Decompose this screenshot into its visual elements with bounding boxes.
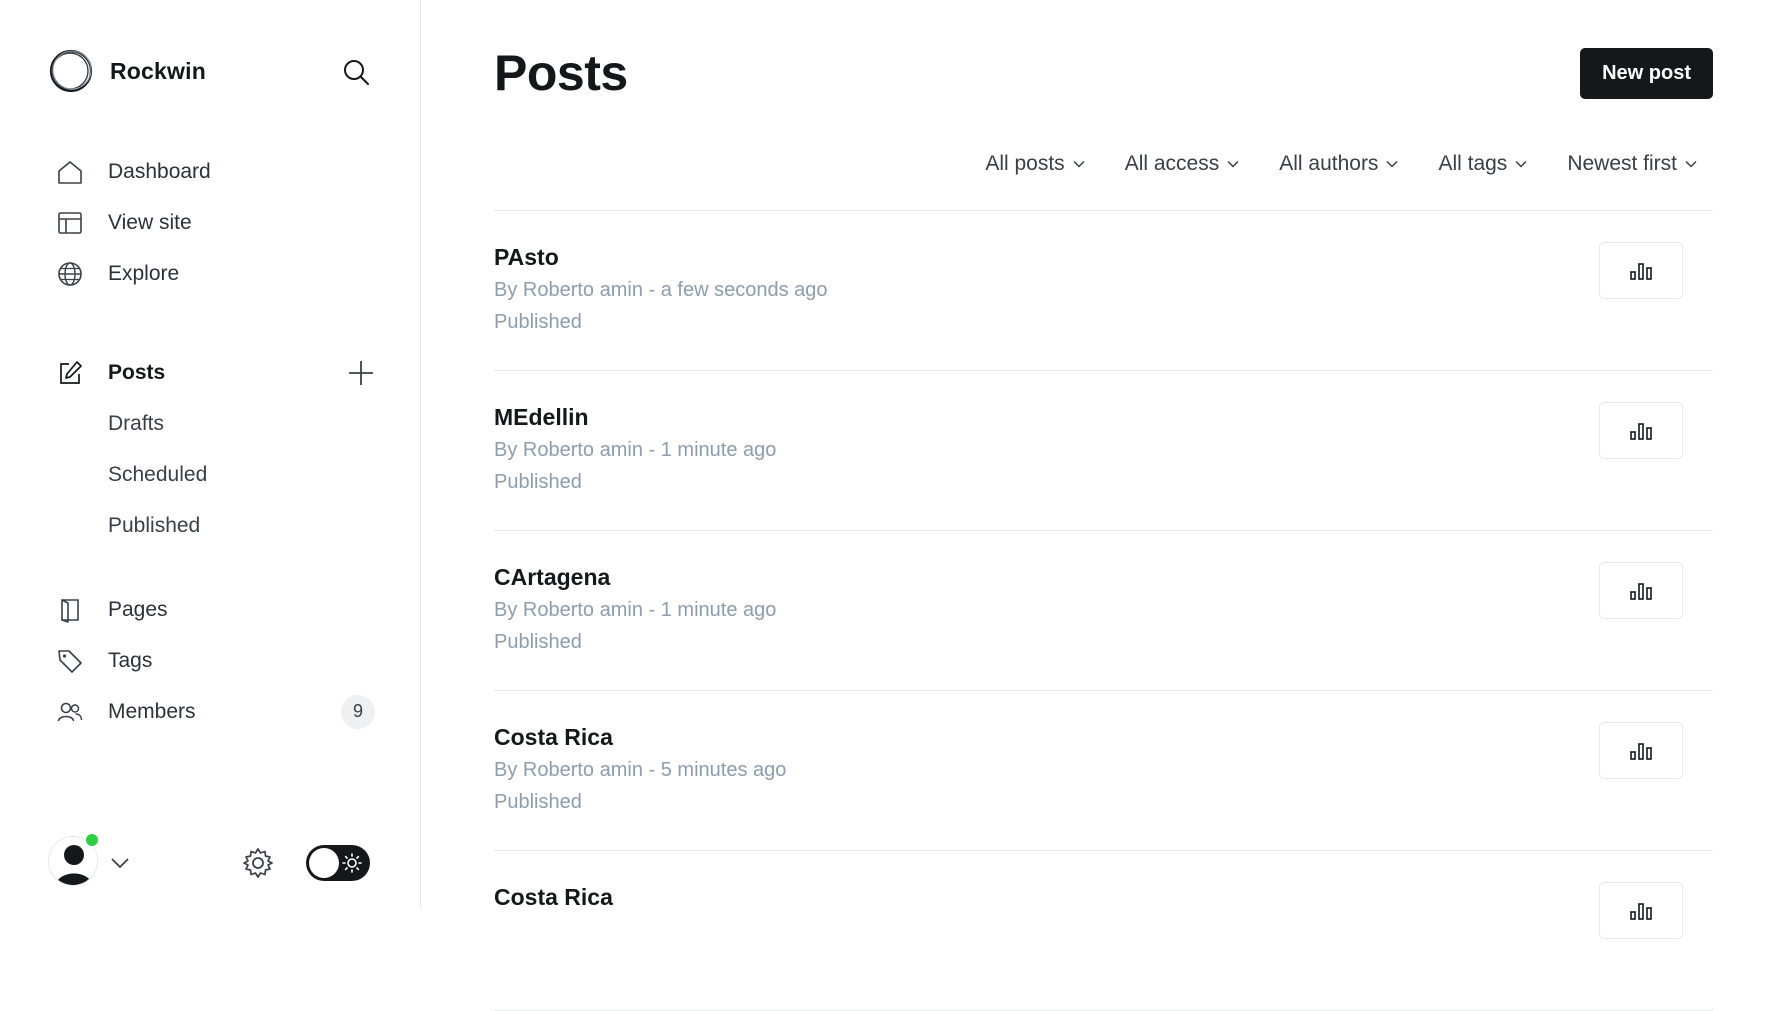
plus-icon (349, 361, 373, 385)
chevron-down-icon (1227, 160, 1239, 168)
bar-chart-icon (1630, 742, 1652, 760)
main-nav: Dashboard View site Explore (56, 146, 375, 299)
list-item[interactable]: CArtagena By Roberto amin - 1 minute ago… (494, 531, 1713, 691)
sidebar-item-explore[interactable]: Explore (56, 248, 375, 299)
list-item[interactable]: Costa Rica (494, 851, 1713, 1011)
toggle-knob (309, 848, 339, 878)
bar-chart-icon (1630, 902, 1652, 920)
sidebar-item-label: Dashboard (108, 159, 211, 183)
post-title: CArtagena (494, 564, 611, 590)
post-title: Costa Rica (494, 724, 613, 750)
filter-label: All access (1124, 152, 1220, 175)
layout-icon (56, 209, 84, 237)
sidebar-footer (48, 832, 374, 890)
search-button[interactable] (340, 56, 372, 88)
post-meta: By Roberto amin - 5 minutes ago (494, 759, 787, 781)
sidebar-item-scheduled[interactable]: Scheduled (56, 449, 375, 500)
filter-label: Newest first (1567, 152, 1677, 175)
sidebar-item-label: Members (108, 699, 196, 723)
chevron-down-icon (1515, 160, 1527, 168)
chevron-down-icon (1073, 160, 1085, 168)
post-analytics-button[interactable] (1599, 722, 1683, 779)
filter-label: All tags (1438, 152, 1508, 175)
post-meta: By Roberto amin - a few seconds ago (494, 279, 828, 301)
globe-icon (56, 260, 84, 288)
filter-access-dropdown[interactable]: All access (1125, 152, 1240, 176)
sidebar-item-posts[interactable]: Posts (56, 347, 375, 398)
filter-authors-dropdown[interactable]: All authors (1279, 152, 1398, 176)
post-analytics-button[interactable] (1599, 402, 1683, 459)
post-meta: By Roberto amin - 1 minute ago (494, 599, 777, 621)
tag-icon (56, 647, 84, 675)
settings-button[interactable] (240, 845, 276, 881)
sidebar: Rockwin Dashboard View site Explore Post… (0, 0, 421, 908)
sidebar-item-tags[interactable]: Tags (56, 635, 375, 686)
list-item[interactable]: Costa Rica By Roberto amin - 5 minutes a… (494, 691, 1713, 851)
post-analytics-button[interactable] (1599, 562, 1683, 619)
online-status-dot (84, 832, 100, 848)
post-title: Costa Rica (494, 884, 613, 910)
posts-nav: Posts Drafts Scheduled Published (56, 347, 375, 551)
members-icon (56, 698, 84, 726)
chevron-down-icon (1685, 160, 1697, 168)
edit-icon (56, 359, 84, 387)
brand[interactable]: Rockwin (48, 48, 206, 94)
site-name: Rockwin (110, 57, 206, 84)
chevron-down-icon[interactable] (110, 856, 130, 870)
post-status: Published (494, 631, 582, 653)
filter-label: All authors (1279, 152, 1379, 175)
ghost-logo-ring-icon (49, 49, 93, 93)
post-meta: By Roberto amin - 1 minute ago (494, 439, 777, 461)
content-nav: Pages Tags Members 9 (56, 584, 375, 737)
page-title: Posts (494, 45, 628, 101)
list-item[interactable]: PAsto By Roberto amin - a few seconds ag… (494, 211, 1713, 371)
post-status: Published (494, 791, 582, 813)
sidebar-item-drafts[interactable]: Drafts (56, 398, 375, 449)
sort-order-dropdown[interactable]: Newest first (1567, 152, 1697, 176)
sidebar-item-label: Tags (108, 648, 153, 672)
main-content: Posts New post All posts All access All … (494, 0, 1713, 1011)
sidebar-item-label: Explore (108, 261, 180, 285)
gear-icon (243, 848, 273, 878)
sun-icon (342, 853, 362, 873)
chevron-down-icon (1386, 160, 1398, 168)
post-analytics-button[interactable] (1599, 882, 1683, 939)
filter-type-dropdown[interactable]: All posts (985, 152, 1085, 176)
post-filters: All posts All access All authors All tag… (985, 152, 1697, 176)
filter-tags-dropdown[interactable]: All tags (1438, 152, 1527, 176)
bar-chart-icon (1630, 422, 1652, 440)
page-icon (56, 596, 84, 624)
members-count-badge: 9 (341, 694, 375, 729)
user-menu[interactable] (48, 832, 102, 890)
sidebar-item-pages[interactable]: Pages (56, 584, 375, 635)
sidebar-item-view-site[interactable]: View site (56, 197, 375, 248)
sidebar-item-label: Pages (108, 597, 168, 621)
post-status: Published (494, 311, 582, 333)
add-post-button[interactable] (347, 359, 375, 387)
sidebar-item-label: Posts (108, 360, 166, 384)
filter-label: All posts (985, 152, 1065, 175)
search-icon (344, 60, 369, 85)
sidebar-item-dashboard[interactable]: Dashboard (56, 146, 375, 197)
sidebar-item-label: View site (108, 210, 192, 234)
new-post-button[interactable]: New post (1580, 48, 1713, 99)
list-item[interactable]: MEdellin By Roberto amin - 1 minute ago … (494, 371, 1713, 531)
post-title: MEdellin (494, 404, 589, 430)
post-analytics-button[interactable] (1599, 242, 1683, 299)
post-list: PAsto By Roberto amin - a few seconds ag… (494, 210, 1713, 1011)
bar-chart-icon (1630, 262, 1652, 280)
sidebar-item-members[interactable]: Members 9 (56, 686, 375, 737)
home-icon (56, 158, 84, 186)
sidebar-item-published[interactable]: Published (56, 500, 375, 551)
bar-chart-icon (1630, 582, 1652, 600)
theme-toggle[interactable] (306, 845, 370, 881)
post-status: Published (494, 471, 582, 493)
post-title: PAsto (494, 244, 559, 270)
